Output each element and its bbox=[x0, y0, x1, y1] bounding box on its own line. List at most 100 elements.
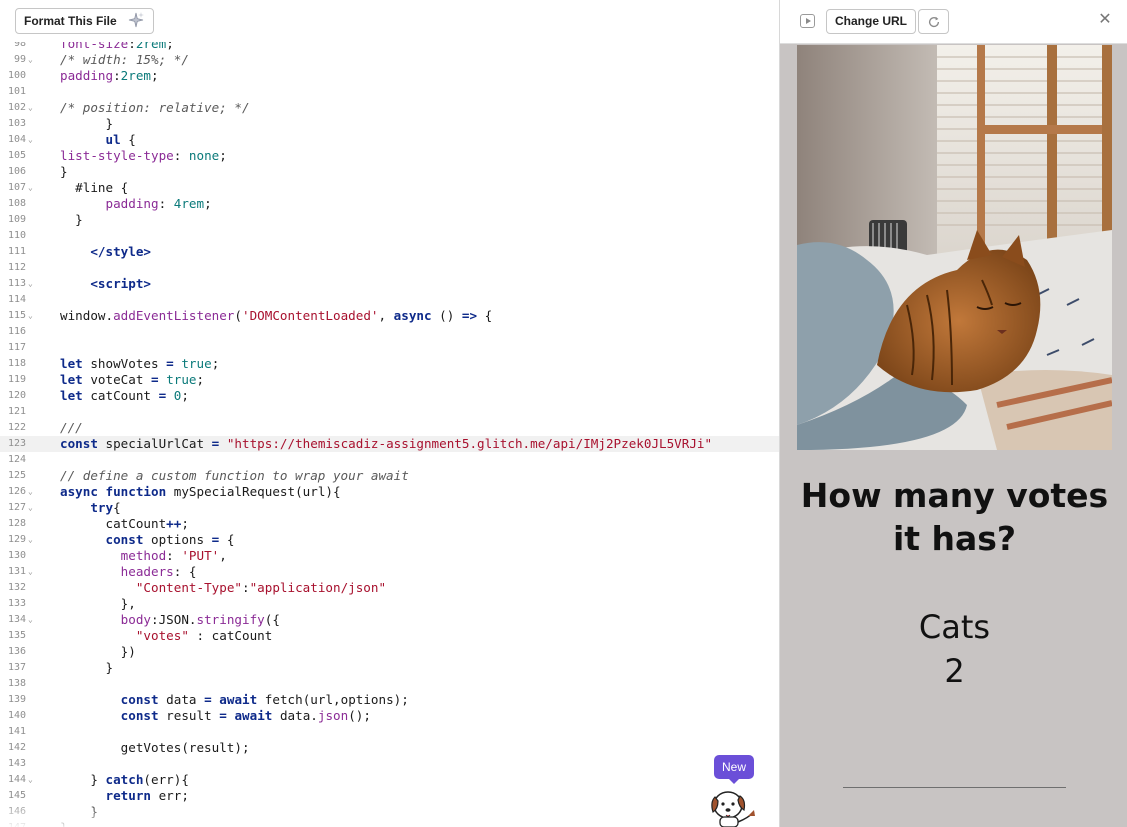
line-number: 116 bbox=[7, 326, 26, 337]
code-line[interactable]: 121 bbox=[0, 404, 779, 420]
fold-chevron-icon[interactable]: ⌄ bbox=[28, 100, 33, 116]
code-line[interactable]: 128 catCount++; bbox=[0, 516, 779, 532]
preview-pane[interactable]: Change URL ✕ How many votes it has? Cats… bbox=[780, 0, 1127, 827]
code-line[interactable]: 117 bbox=[0, 340, 779, 356]
line-number: 141 bbox=[7, 726, 26, 737]
line-number: 103 bbox=[7, 118, 26, 129]
code-line[interactable]: 100 padding:2rem; bbox=[0, 68, 779, 84]
code-text: const result = await data.json(); bbox=[120, 708, 371, 723]
code-text: /// bbox=[60, 420, 83, 435]
fold-chevron-icon[interactable]: ⌄ bbox=[28, 276, 33, 292]
fold-chevron-icon[interactable]: ⌄ bbox=[28, 484, 33, 500]
code-line[interactable]: 115 ⌄ window.addEventListener('DOMContentL… bbox=[0, 308, 779, 324]
code-line[interactable]: 146 } bbox=[0, 804, 779, 820]
code-line[interactable]: 144 ⌄ } catch(err){ bbox=[0, 772, 779, 788]
code-line[interactable]: 143 bbox=[0, 756, 779, 772]
code-line[interactable]: 127 ⌄ try{ bbox=[0, 500, 779, 516]
code-text: #line { bbox=[60, 180, 129, 195]
code-line[interactable]: 134 ⌄ body:JSON.stringify({ bbox=[0, 612, 779, 628]
play-icon[interactable] bbox=[800, 14, 815, 28]
fold-chevron-icon[interactable]: ⌄ bbox=[28, 132, 33, 148]
code-line[interactable]: 132 "Content-Type":"application/json" bbox=[0, 580, 779, 596]
line-number: 126 bbox=[7, 486, 26, 497]
sparkle-icon bbox=[127, 11, 145, 32]
code-line[interactable]: 118 let showVotes = true; bbox=[0, 356, 779, 372]
code-line[interactable]: 145 return err; bbox=[0, 788, 779, 804]
fold-chevron-icon[interactable]: ⌄ bbox=[28, 500, 33, 516]
line-number: 129 bbox=[7, 534, 26, 545]
code-line[interactable]: 129 ⌄ const options = { bbox=[0, 532, 779, 548]
line-number: 123 bbox=[7, 438, 26, 449]
code-text: } catch(err){ bbox=[60, 772, 189, 787]
code-line[interactable]: 139 const data = await fetch(url,options… bbox=[0, 692, 779, 708]
code-text: const options = { bbox=[105, 532, 235, 547]
code-line[interactable]: 119 let voteCat = true; bbox=[0, 372, 779, 388]
code-text: } bbox=[60, 804, 98, 819]
code-line[interactable]: 140 const result = await data.json(); bbox=[0, 708, 779, 724]
code-line[interactable]: 136 }) bbox=[0, 644, 779, 660]
code-line[interactable]: 102 ⌄ /* position: relative; */ bbox=[0, 100, 779, 116]
code-area[interactable]: 98 font-size:2rem; 99 ⌄/* width: 15%; */100… bbox=[0, 36, 779, 827]
line-number: 128 bbox=[7, 518, 26, 529]
fold-chevron-icon[interactable]: ⌄ bbox=[28, 564, 33, 580]
refresh-button[interactable] bbox=[918, 9, 949, 34]
code-editor[interactable]: Format This File 98 font-size:2rem; 99 ⌄/* … bbox=[0, 0, 780, 827]
code-text: "Content-Type":"application/json" bbox=[135, 580, 387, 595]
code-line[interactable]: 138 bbox=[0, 676, 779, 692]
code-line[interactable]: 137 } bbox=[0, 660, 779, 676]
format-button-label: Format This File bbox=[24, 14, 117, 28]
code-line[interactable]: 135 "votes" : catCount bbox=[0, 628, 779, 644]
code-line[interactable]: 99 ⌄ /* width: 15%; */ bbox=[0, 52, 779, 68]
fold-chevron-icon[interactable]: ⌄ bbox=[28, 180, 33, 196]
code-line[interactable]: 106} bbox=[0, 164, 779, 180]
code-line[interactable]: 133 }, bbox=[0, 596, 779, 612]
code-line[interactable]: 123 const specialUrlCat = "https://themis… bbox=[0, 436, 779, 452]
vote-heading: How many votes it has? bbox=[800, 476, 1109, 558]
dog-mascot-icon[interactable] bbox=[704, 782, 762, 827]
code-line[interactable]: 111 </style> bbox=[0, 244, 779, 260]
fold-chevron-icon[interactable]: ⌄ bbox=[28, 612, 33, 628]
fold-chevron-icon[interactable]: ⌄ bbox=[28, 308, 33, 324]
code-line[interactable]: 122 /// bbox=[0, 420, 779, 436]
code-text: padding: 4rem; bbox=[105, 196, 212, 211]
code-line[interactable]: 120 let catCount = 0; bbox=[0, 388, 779, 404]
format-file-button[interactable]: Format This File bbox=[15, 8, 154, 34]
line-number: 140 bbox=[7, 710, 26, 721]
code-line[interactable]: 131 ⌄ headers: { bbox=[0, 564, 779, 580]
code-line[interactable]: 141 bbox=[0, 724, 779, 740]
code-line[interactable]: 116 bbox=[0, 324, 779, 340]
code-text: list-style-type: none; bbox=[60, 148, 227, 163]
code-line[interactable]: 103 } bbox=[0, 116, 779, 132]
close-icon[interactable]: ✕ bbox=[1098, 12, 1112, 28]
code-line[interactable]: 126 ⌄ async function mySpecialRequest(url)… bbox=[0, 484, 779, 500]
line-number: 144 bbox=[7, 774, 26, 785]
code-line[interactable]: 104 ⌄ ul { bbox=[0, 132, 779, 148]
new-badge[interactable]: New bbox=[714, 755, 754, 784]
fold-chevron-icon[interactable]: ⌄ bbox=[28, 52, 33, 68]
code-line[interactable]: 105 list-style-type: none; bbox=[0, 148, 779, 164]
code-text: } bbox=[60, 116, 114, 131]
fold-chevron-icon[interactable]: ⌄ bbox=[28, 772, 33, 788]
fold-chevron-icon[interactable]: ⌄ bbox=[28, 532, 33, 548]
code-line[interactable]: 108 padding: 4rem; bbox=[0, 196, 779, 212]
change-url-button[interactable]: Change URL bbox=[826, 9, 916, 34]
code-line[interactable]: 114 bbox=[0, 292, 779, 308]
code-line[interactable]: 125 // define a custom function to wrap y… bbox=[0, 468, 779, 484]
code-text: } bbox=[60, 820, 68, 827]
code-line[interactable]: 112 bbox=[0, 260, 779, 276]
line-number: 115 bbox=[7, 310, 26, 321]
code-line[interactable]: 107 ⌄ #line { bbox=[0, 180, 779, 196]
line-number: 125 bbox=[7, 470, 26, 481]
code-line[interactable]: 101 bbox=[0, 84, 779, 100]
line-number: 124 bbox=[7, 454, 26, 465]
code-line[interactable]: 113 ⌄ <script> bbox=[0, 276, 779, 292]
code-line[interactable]: 109 } bbox=[0, 212, 779, 228]
code-line[interactable]: 147} bbox=[0, 820, 779, 827]
cats-label: Cats bbox=[918, 608, 991, 646]
code-line[interactable]: 130 method: 'PUT', bbox=[0, 548, 779, 564]
code-line[interactable]: 110 bbox=[0, 228, 779, 244]
code-line[interactable]: 142 getVotes(result); bbox=[0, 740, 779, 756]
code-line[interactable]: 124 bbox=[0, 452, 779, 468]
line-number: 135 bbox=[7, 630, 26, 641]
code-text: /* position: relative; */ bbox=[60, 100, 250, 115]
